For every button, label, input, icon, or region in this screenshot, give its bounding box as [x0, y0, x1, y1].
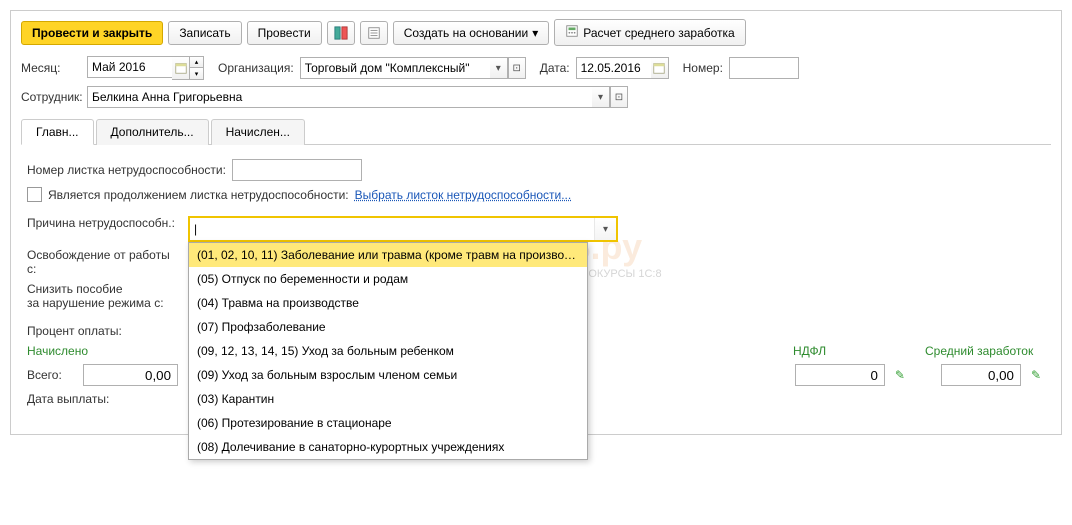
- month-field[interactable]: ▴ ▾: [87, 56, 204, 80]
- ndfl-input[interactable]: [795, 364, 885, 386]
- avg-calc-button[interactable]: Расчет среднего заработка: [554, 19, 746, 46]
- edit-ndfl-icon[interactable]: ✎: [891, 368, 909, 382]
- calendar-icon[interactable]: [651, 57, 669, 79]
- reduce-label-1: Снизить пособие: [27, 282, 182, 296]
- number-input[interactable]: [729, 57, 799, 79]
- option-09-adult[interactable]: (09) Уход за больным взрослым членом сем…: [189, 363, 587, 387]
- accrued-label: Начислено: [27, 344, 182, 358]
- create-based-label: Создать на основании: [404, 26, 529, 40]
- toolbar: Провести и закрыть Записать Провести Соз…: [21, 19, 1051, 46]
- total-label: Всего:: [27, 368, 77, 382]
- tab-main[interactable]: Главн...: [21, 119, 94, 145]
- employee-label: Сотрудник:: [21, 90, 81, 104]
- month-input[interactable]: [87, 56, 172, 78]
- percent-label: Процент оплаты:: [27, 324, 182, 338]
- create-based-button[interactable]: Создать на основании ▾: [393, 21, 550, 45]
- continuation-label: Является продолжением листка нетрудоспос…: [48, 188, 349, 202]
- option-01[interactable]: (01, 02, 10, 11) Заболевание или травма …: [189, 243, 587, 267]
- chevron-down-icon[interactable]: ▾: [490, 57, 508, 79]
- number-label: Номер:: [683, 61, 723, 75]
- tabs: Главн... Дополнитель... Начислен...: [21, 118, 1051, 145]
- chevron-down-icon[interactable]: ▾: [592, 86, 610, 108]
- org-input[interactable]: [300, 57, 490, 79]
- reason-dropdown: (01, 02, 10, 11) Заболевание или травма …: [188, 242, 588, 460]
- option-05[interactable]: (05) Отпуск по беременности и родам: [189, 267, 587, 291]
- employee-field[interactable]: ▾ ⊡: [87, 86, 628, 108]
- option-04[interactable]: (04) Травма на производстве: [189, 291, 587, 315]
- chevron-down-icon: ▾: [532, 26, 538, 40]
- calc-icon: [565, 24, 579, 41]
- option-07[interactable]: (07) Профзаболевание: [189, 315, 587, 339]
- spin-down-icon[interactable]: ▾: [190, 68, 203, 79]
- avg-calc-label: Расчет среднего заработка: [583, 26, 735, 40]
- tab-accruals[interactable]: Начислен...: [211, 119, 305, 145]
- reason-input[interactable]: [190, 218, 594, 240]
- sheet-number-input[interactable]: [232, 159, 362, 181]
- option-06[interactable]: (06) Протезирование в стационаре: [189, 411, 587, 435]
- reduce-label-2: за нарушение режима с:: [27, 296, 182, 310]
- date-label: Дата:: [540, 61, 570, 75]
- sheet-number-label: Номер листка нетрудоспособности:: [27, 163, 226, 177]
- date-input[interactable]: [576, 57, 651, 79]
- option-08[interactable]: (08) Долечивание в санаторно-курортных у…: [189, 435, 587, 459]
- edit-avg-icon[interactable]: ✎: [1027, 368, 1045, 382]
- open-icon[interactable]: ⊡: [610, 86, 628, 108]
- ndfl-label: НДФЛ: [793, 344, 873, 358]
- org-field[interactable]: ▾ ⊡: [300, 57, 526, 79]
- avg-input[interactable]: [941, 364, 1021, 386]
- debit-credit-icon[interactable]: [327, 21, 355, 45]
- chevron-down-icon[interactable]: ▾: [594, 218, 616, 240]
- select-sheet-link[interactable]: Выбрать листок нетрудоспособности...: [355, 188, 572, 202]
- month-label: Месяц:: [21, 61, 81, 75]
- continuation-checkbox[interactable]: [27, 187, 42, 202]
- conduct-close-button[interactable]: Провести и закрыть: [21, 21, 163, 45]
- tab-additional[interactable]: Дополнитель...: [96, 119, 209, 145]
- spin-up-icon[interactable]: ▴: [190, 57, 203, 68]
- option-09-child[interactable]: (09, 12, 13, 14, 15) Уход за больным реб…: [189, 339, 587, 363]
- org-label: Организация:: [218, 61, 294, 75]
- payout-date-label: Дата выплаты:: [27, 392, 182, 406]
- total-input[interactable]: [83, 364, 178, 386]
- save-button[interactable]: Записать: [168, 21, 241, 45]
- list-icon[interactable]: [360, 21, 388, 45]
- reason-label: Причина нетрудоспособн.:: [27, 216, 182, 230]
- open-icon[interactable]: ⊡: [508, 57, 526, 79]
- conduct-button[interactable]: Провести: [247, 21, 322, 45]
- avg-label: Средний заработок: [925, 344, 1045, 358]
- date-field[interactable]: [576, 57, 669, 79]
- reason-select[interactable]: ▾ (01, 02, 10, 11) Заболевание или травм…: [188, 216, 618, 242]
- option-03[interactable]: (03) Карантин: [189, 387, 587, 411]
- release-label: Освобождение от работы с:: [27, 248, 182, 276]
- employee-input[interactable]: [87, 86, 592, 108]
- calendar-icon[interactable]: [172, 56, 190, 80]
